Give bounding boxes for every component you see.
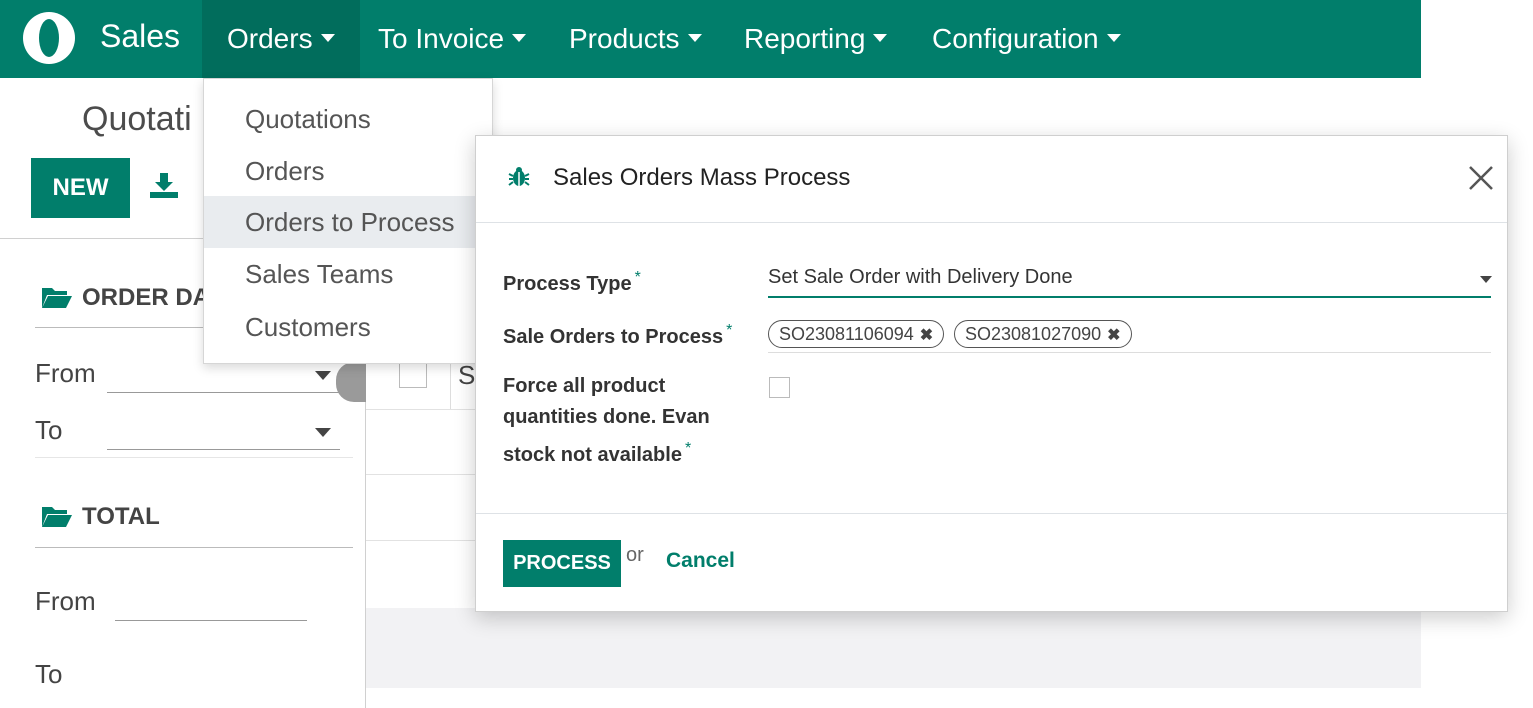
process-type-label: Process Type * bbox=[503, 262, 641, 300]
sale-orders-input[interactable] bbox=[768, 352, 1491, 353]
caret-down-icon bbox=[320, 33, 335, 42]
caret-down-icon bbox=[512, 33, 527, 42]
force-done-label-line: quantities done. Evan bbox=[503, 406, 710, 428]
process-type-label-text: Process Type bbox=[503, 273, 632, 295]
menu-to-invoice-label: To Invoice bbox=[378, 23, 505, 54]
menu-to-invoice[interactable]: To Invoice bbox=[353, 0, 551, 78]
force-done-label-line-last: stock not available * bbox=[503, 433, 710, 471]
section-divider bbox=[35, 457, 353, 458]
force-done-label-line: Force all product bbox=[503, 375, 666, 397]
menu-products[interactable]: Products bbox=[544, 0, 727, 78]
sidebar-section-order-date[interactable]: ORDER DA bbox=[42, 284, 210, 312]
caret-down-icon bbox=[687, 33, 702, 42]
process-type-select[interactable]: Set Sale Order with Delivery Done bbox=[768, 266, 1073, 289]
remove-tag-icon[interactable]: ✖ bbox=[1107, 327, 1120, 344]
list-row-divider bbox=[366, 409, 476, 410]
caret-down-icon[interactable] bbox=[1480, 276, 1492, 283]
order-tag-label: SO23081027090 bbox=[965, 324, 1102, 344]
filter-from-label: From bbox=[35, 586, 96, 616]
sidebar-section-title: ORDER DA bbox=[82, 284, 211, 311]
menu-item-sales-teams[interactable]: Sales Teams bbox=[204, 248, 493, 300]
list-row-divider bbox=[366, 540, 476, 541]
required-marker: * bbox=[634, 269, 641, 286]
sale-orders-label: Sale Orders to Process * bbox=[503, 315, 732, 353]
dialog-footer-divider bbox=[476, 513, 1507, 514]
sidebar-section-title: TOTAL bbox=[82, 503, 160, 530]
list-row-divider bbox=[366, 474, 476, 475]
folder-open-icon bbox=[42, 288, 72, 308]
caret-down-icon bbox=[315, 428, 331, 437]
select-all-checkbox[interactable] bbox=[399, 360, 427, 388]
filter-from-select[interactable] bbox=[107, 392, 340, 393]
menu-item-orders-to-process[interactable]: Orders to Process bbox=[204, 196, 493, 248]
menu-configuration[interactable]: Configuration bbox=[907, 0, 1146, 78]
force-done-checkbox[interactable] bbox=[769, 377, 790, 398]
menu-reporting-label: Reporting bbox=[744, 23, 866, 54]
dialog-title: Sales Orders Mass Process bbox=[553, 164, 851, 191]
filter-total-from-input[interactable] bbox=[115, 620, 307, 621]
order-tag[interactable]: SO23081106094 ✖ bbox=[768, 320, 945, 348]
search-panel-toggle[interactable] bbox=[336, 362, 366, 402]
force-done-label: Force all product quantities done. Evan … bbox=[503, 371, 710, 471]
menu-reporting[interactable]: Reporting bbox=[719, 0, 912, 78]
or-text: or bbox=[626, 544, 644, 566]
filter-to-select[interactable] bbox=[107, 449, 340, 450]
required-marker: * bbox=[684, 440, 692, 457]
caret-down-icon bbox=[1106, 33, 1121, 42]
filter-to-label: To bbox=[35, 415, 63, 445]
list-column-header[interactable]: S bbox=[458, 360, 475, 391]
sale-orders-label-text: Sale Orders to Process bbox=[503, 326, 724, 348]
menu-products-label: Products bbox=[569, 23, 680, 54]
list-empty-area bbox=[366, 608, 1421, 688]
bug-icon bbox=[508, 167, 530, 186]
process-type-underline bbox=[768, 296, 1491, 298]
download-icon[interactable] bbox=[150, 173, 178, 199]
orders-dropdown-menu: Quotations Orders Orders to Process Sale… bbox=[203, 78, 493, 364]
menu-orders[interactable]: Orders bbox=[202, 0, 360, 78]
force-done-label-text: stock not available bbox=[503, 444, 682, 466]
mass-process-dialog: Sales Orders Mass Process Process Type * … bbox=[475, 135, 1508, 612]
order-tag[interactable]: SO23081027090 ✖ bbox=[954, 320, 1132, 348]
page-title: Quotati bbox=[82, 100, 192, 138]
menu-configuration-label: Configuration bbox=[932, 23, 1099, 54]
cancel-link[interactable]: Cancel bbox=[666, 549, 735, 573]
new-button[interactable]: NEW bbox=[31, 158, 130, 218]
menu-item-quotations[interactable]: Quotations bbox=[204, 93, 493, 145]
filter-from-label: From bbox=[35, 358, 96, 388]
app-name[interactable]: Sales bbox=[100, 18, 180, 55]
caret-down-icon bbox=[873, 33, 888, 42]
menu-orders-label: Orders bbox=[227, 23, 313, 54]
sidebar-section-total[interactable]: TOTAL bbox=[42, 503, 160, 531]
top-navbar: Sales Orders To Invoice Products Reporti… bbox=[0, 0, 1421, 78]
app-logo-icon[interactable] bbox=[22, 11, 76, 65]
remove-tag-icon[interactable]: ✖ bbox=[920, 327, 933, 344]
process-button[interactable]: PROCESS bbox=[503, 540, 621, 587]
caret-down-icon bbox=[315, 371, 331, 380]
filter-to-label: To bbox=[35, 659, 63, 689]
menu-item-customers[interactable]: Customers bbox=[204, 301, 493, 353]
close-icon[interactable] bbox=[1468, 165, 1494, 191]
folder-open-icon bbox=[42, 507, 72, 527]
order-tag-label: SO23081106094 bbox=[779, 324, 914, 344]
dialog-header: Sales Orders Mass Process bbox=[476, 136, 1507, 223]
section-divider bbox=[35, 547, 353, 548]
menu-item-orders[interactable]: Orders bbox=[204, 145, 493, 197]
required-marker: * bbox=[726, 322, 733, 339]
